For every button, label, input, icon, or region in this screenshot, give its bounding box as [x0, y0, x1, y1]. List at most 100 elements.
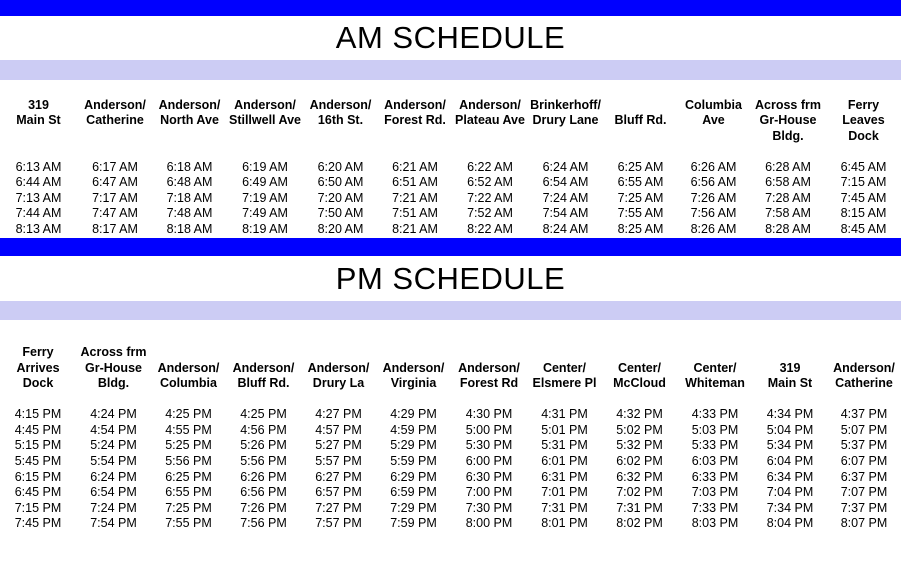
time-cell: 7:45 AM [840, 190, 887, 205]
time-cell: 4:29 PM [390, 407, 437, 422]
time-cell: 5:25 PM [165, 438, 212, 453]
time-cell: 6:58 AM [765, 175, 811, 190]
time-cell: 6:56 PM [240, 485, 287, 500]
time-cell: 6:33 PM [691, 469, 739, 484]
column-header-line: Elsmere Pl [532, 376, 597, 391]
column-header-line: 319 [28, 97, 49, 112]
column-header-line [0, 129, 77, 145]
time-cell: 7:54 AM [542, 206, 589, 221]
time-cell: 7:15 PM [14, 500, 62, 515]
time-cell: 6:32 PM [616, 469, 663, 484]
column-header-line: Ave [702, 113, 725, 127]
column-header-line: Drury Lane [532, 113, 599, 127]
column-header-line [226, 129, 304, 145]
spacer-cell [0, 144, 901, 160]
time-cell: 5:07 PM [840, 422, 888, 437]
time-cell: 6:54 AM [542, 175, 589, 190]
time-cell: 4:59 PM [390, 422, 437, 437]
column-header-line: Bldg. [772, 128, 804, 143]
time-cell: 6:51 AM [392, 175, 438, 190]
time-cell: 7:44 AM [15, 206, 62, 221]
time-cell: 5:30 PM [465, 438, 513, 453]
time-cell: 7:52 AM [467, 206, 513, 221]
column-header-line: Anderson/ [833, 360, 895, 375]
time-cell: 4:34 PM [766, 407, 814, 422]
time-cell: 4:30 PM [465, 407, 513, 422]
time-cell: 8:26 AM [690, 221, 737, 236]
time-cell: 6:00 PM [465, 453, 513, 468]
column-header: Bluff Rd. [604, 80, 677, 144]
time-cell: 7:30 PM [465, 500, 513, 515]
time-cell: 4:55 PM [165, 422, 212, 437]
time-cell: 7:03 PM [691, 485, 739, 500]
time-cell: 6:37 PM [840, 469, 888, 484]
time-cell: 6:21 AM [392, 159, 438, 174]
column-header-line: Bluff Rd. [614, 113, 667, 127]
header-spacer-row [0, 144, 901, 160]
time-cell: 8:21 AM [392, 221, 438, 236]
time-cell: 6:27 PM [315, 469, 362, 484]
column-header-line: Main St [16, 113, 61, 127]
column-header-line [304, 129, 377, 145]
time-cell: 6:28 AM [765, 159, 811, 174]
time-cell: 7:18 AM [166, 190, 213, 205]
column-header: Across frm Gr-House Bldg. [76, 320, 151, 392]
time-cell: 7:19 AM [242, 190, 288, 205]
time-cell: 7:58 AM [765, 206, 811, 221]
table-row: 7:45 PM 7:54 PM 7:55 PM 7:56 PM 7:57 PM 7:59 … [0, 516, 901, 532]
column-header-line: Anderson/ [158, 97, 221, 112]
table-row: 7:44 AM 7:47 AM 7:48 AM 7:49 AM 7:50 AM 7:51 … [0, 206, 901, 222]
time-cell: 7:45 PM [14, 516, 62, 531]
time-cell: 7:56 AM [690, 206, 737, 221]
am-top-rule-bar [0, 0, 901, 16]
time-cell: 8:22 AM [467, 221, 513, 236]
time-cell: 5:56 PM [165, 453, 212, 468]
time-cell: 7:57 PM [315, 516, 362, 531]
time-cell: 8:45 AM [840, 221, 887, 236]
time-cell: 6:25 AM [617, 159, 664, 174]
time-cell: 6:02 PM [616, 453, 663, 468]
time-cell: 6:29 PM [390, 469, 437, 484]
time-cell: 4:25 PM [165, 407, 212, 422]
time-cell: 6:54 PM [90, 485, 137, 500]
table-row: 5:45 PM 5:54 PM 5:56 PM 5:56 PM 5:57 PM 5:59 … [0, 454, 901, 470]
time-cell: 7:24 PM [90, 500, 137, 515]
spacer-cell [0, 392, 901, 408]
time-cell: 6:57 PM [315, 485, 362, 500]
time-cell: 5:31 PM [541, 438, 588, 453]
column-header-line: Arrives [16, 360, 60, 375]
time-cell: 6:18 AM [166, 159, 213, 174]
column-header-line: McCloud [613, 376, 666, 391]
time-cell: 6:30 PM [465, 469, 513, 484]
column-header: Anderson/Bluff Rd. [226, 320, 301, 392]
time-cell: 5:59 PM [390, 453, 437, 468]
time-cell: 7:04 PM [766, 485, 814, 500]
time-cell: 8:20 AM [317, 221, 364, 236]
time-cell: 4:57 PM [315, 422, 362, 437]
column-header-line: Center/ [617, 360, 662, 375]
time-cell: 6:34 PM [766, 469, 814, 484]
time-cell: 7:37 PM [840, 500, 888, 515]
table-row: 7:13 AM 7:17 AM 7:18 AM 7:19 AM 7:20 AM 7:21 … [0, 191, 901, 207]
column-header-line: Anderson/ [459, 97, 521, 112]
time-cell: 8:19 AM [242, 221, 288, 236]
column-header: Anderson/Catherine [827, 320, 901, 392]
time-cell: 6:03 PM [691, 453, 739, 468]
time-cell: 8:25 AM [617, 221, 664, 236]
time-cell: 7:25 AM [617, 190, 664, 205]
time-cell: 5:01 PM [541, 422, 588, 437]
time-cell: 6:55 AM [617, 175, 664, 190]
time-cell: 7:13 AM [15, 190, 62, 205]
column-header: Center/McCloud [602, 320, 677, 392]
time-cell: 5:29 PM [390, 438, 437, 453]
time-cell: 8:13 AM [15, 221, 62, 236]
column-header-line [77, 129, 153, 145]
column-header-line [376, 345, 451, 361]
column-header-line: Anderson/ [309, 97, 372, 112]
time-cell: 6:55 PM [165, 485, 212, 500]
time-cell: 8:24 AM [542, 221, 589, 236]
column-header-line: Across frm [755, 97, 821, 112]
time-cell: 8:02 PM [616, 516, 663, 531]
table-row: 8:13 AM 8:17 AM 8:18 AM 8:19 AM 8:20 AM 8:21 … [0, 222, 901, 238]
time-cell: 5:56 PM [240, 453, 287, 468]
